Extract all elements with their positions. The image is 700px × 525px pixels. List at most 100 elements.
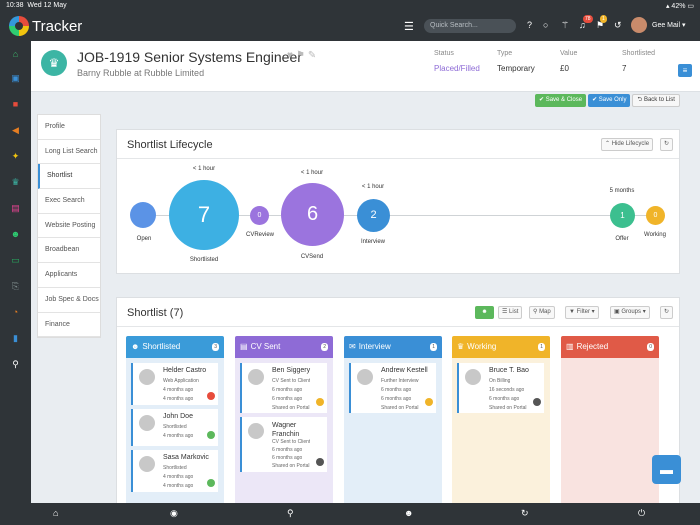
back-to-list-label: Back to List xyxy=(643,97,675,103)
save-close-button[interactable]: ✔ Save & Close xyxy=(535,94,587,107)
groups-dropdown[interactable]: ▣ Groups ▾ xyxy=(610,306,650,319)
save-only-button[interactable]: ✔ Save Only xyxy=(588,94,631,107)
candidate-name[interactable]: Sasa Markovic xyxy=(163,454,209,461)
candidate-card[interactable]: Bruce T. Bao On Billing 16 seconds ago 6… xyxy=(457,363,544,413)
history-icon[interactable]: ↺ xyxy=(614,20,622,31)
tab-exec-search[interactable]: Exec Search xyxy=(38,189,100,214)
flag-icon[interactable]: ⚑ xyxy=(296,50,308,61)
stage-working-bubble[interactable]: 0 xyxy=(646,206,665,225)
tab-broadbean[interactable]: Broadbean xyxy=(38,238,100,264)
contacts-icon[interactable]: ▣ xyxy=(10,73,21,84)
candidate-name[interactable]: Helder Castro xyxy=(163,367,206,374)
magic-wand-icon[interactable]: ⚚ xyxy=(561,20,569,31)
profile-icon[interactable]: ☻ xyxy=(404,508,413,518)
candidate-name[interactable]: John Doe xyxy=(163,413,193,420)
column-interview-body: Andrew Kestell Further Interview 6 month… xyxy=(344,358,442,503)
candidate-status: CV Sent to Client xyxy=(272,439,311,445)
tab-applicants[interactable]: Applicants xyxy=(38,263,100,288)
stage-interview-label: Interview xyxy=(360,239,386,245)
documents-icon[interactable]: ⎘ xyxy=(10,281,21,292)
stage-cvsend-time: < 1 hour xyxy=(300,170,324,176)
refresh-shortlist-button[interactable]: ↻ xyxy=(660,306,674,319)
chat-icon[interactable]: ○ xyxy=(543,20,548,30)
status-label: Status xyxy=(434,50,454,57)
refresh-lifecycle-button[interactable]: ↻ xyxy=(660,138,674,151)
action-buttons: ✔ Save & Close ✔ Save Only ⮌ Back to Lis… xyxy=(535,94,680,107)
job-title: JOB-1919 Senior Systems Engineer xyxy=(77,49,302,65)
column-interview: ✉ Interview 1 Andrew Kestell Further Inter… xyxy=(344,336,442,503)
filter-dropdown[interactable]: ▼ Filter ▾ xyxy=(565,306,599,319)
candidate-name[interactable]: Andrew Kestell xyxy=(381,367,428,374)
home-icon[interactable]: ⌂ xyxy=(10,49,21,60)
back-to-list-button[interactable]: ⮌ Back to List xyxy=(632,94,680,107)
candidate-card[interactable]: Helder Castro Web Application 4 months a… xyxy=(131,363,218,405)
stage-cvsend-bubble[interactable]: 6 xyxy=(281,183,344,246)
calendar-icon[interactable]: ◔ xyxy=(10,307,21,318)
candidate-name[interactable]: Ben Siggery xyxy=(272,367,310,374)
refresh-icon[interactable]: ↻ xyxy=(521,508,529,519)
candidate-added: 6 months ago xyxy=(272,396,303,402)
power-icon[interactable]: ⏻ xyxy=(638,508,645,519)
status-dot xyxy=(207,479,215,487)
candidate-status: On Billing xyxy=(489,378,511,384)
user-menu[interactable]: Gee Mail ▾ xyxy=(652,21,685,29)
reports-icon[interactable]: ▮ xyxy=(10,333,21,344)
candidate-card[interactable]: Wagner Franchin CV Sent to Client 6 mont… xyxy=(240,417,327,472)
tab-shortlist[interactable]: Shortlist xyxy=(38,164,100,190)
company-contact[interactable]: Barny Rubble at Rubble Limited xyxy=(77,68,204,78)
stage-shortlisted-bubble[interactable]: 7 xyxy=(169,180,239,250)
map-view-button[interactable]: ⚲ Map xyxy=(529,306,555,319)
quick-search-input[interactable]: Quick Search... xyxy=(424,19,516,33)
stage-interview-bubble[interactable]: 2 xyxy=(357,199,390,232)
tab-job-spec-docs[interactable]: Job Spec & Docs xyxy=(38,288,100,313)
chat-widget-button[interactable]: ▬ xyxy=(652,455,681,484)
candidate-card[interactable]: Andrew Kestell Further Interview 6 month… xyxy=(349,363,436,413)
dashboard-icon[interactable]: ◉ xyxy=(170,508,178,519)
timesheets-icon[interactable]: ▭ xyxy=(10,255,21,266)
stage-open-bubble[interactable] xyxy=(130,202,156,228)
user-avatar[interactable] xyxy=(631,17,647,33)
candidate-card[interactable]: John Doe Shortlisted 4 months ago xyxy=(131,409,218,446)
candidate-name[interactable]: Wagner Franchin xyxy=(272,421,312,439)
portal-share-status: Shared on Portal xyxy=(381,405,419,411)
column-cv-sent-count: 2 xyxy=(321,343,328,351)
candidate-updated: 4 months ago xyxy=(163,387,194,393)
pin-icon[interactable]: ✎ xyxy=(308,50,319,61)
search-icon[interactable]: ⚲ xyxy=(10,359,21,370)
stage-offer-bubble[interactable]: 1 xyxy=(610,203,635,228)
stage-cvreview-bubble[interactable]: 0 xyxy=(250,206,269,225)
jobs-icon[interactable]: ♛ xyxy=(10,177,21,188)
flag-icon[interactable]: ⚑ 1 xyxy=(596,15,607,31)
trash-icon: ▥ xyxy=(566,342,574,351)
column-shortlisted-header: ☻ Shortlisted 3 xyxy=(126,336,224,358)
campaigns-icon[interactable]: ◀ xyxy=(10,125,21,136)
candidates-icon[interactable]: ☻ xyxy=(10,229,21,240)
hamburger-menu-icon[interactable]: ☰ xyxy=(404,20,414,33)
shortlisted-label: Shortlisted xyxy=(622,50,656,57)
candidate-card[interactable]: Sasa Markovic Shortlisted 4 months ago 4… xyxy=(131,450,218,492)
app-logo[interactable]: Tracker xyxy=(0,16,110,36)
header-menu-button[interactable]: ≡ xyxy=(678,64,692,77)
companies-icon[interactable]: ■ xyxy=(10,99,21,110)
status-value[interactable]: Placed/Filled xyxy=(434,64,480,73)
tab-long-list-search[interactable]: Long List Search xyxy=(38,140,100,165)
home-icon[interactable]: ⌂ xyxy=(53,508,58,518)
tab-website-posting[interactable]: Website Posting xyxy=(38,214,100,239)
list-view-button[interactable]: ☰ List xyxy=(498,306,523,319)
kanban-view-button[interactable]: ☻ xyxy=(475,306,494,319)
column-interview-title: Interview xyxy=(358,342,391,351)
value-value: £0 xyxy=(560,64,569,73)
help-icon[interactable]: ? xyxy=(527,20,532,30)
candidate-name[interactable]: Bruce T. Bao xyxy=(489,367,529,374)
top-navbar: Tracker ☰ Quick Search... ? ○ ⚚ ♫ 78 ⚑ 1 ↺… xyxy=(0,11,700,41)
search-icon[interactable]: ⚲ xyxy=(287,508,294,519)
candidate-card[interactable]: Ben Siggery CV Sent to Client 6 months a… xyxy=(240,363,327,413)
heart-icon[interactable]: ♥ xyxy=(287,50,296,61)
tasks-icon[interactable]: ✦ xyxy=(10,151,21,162)
map-view-label: Map xyxy=(539,309,551,315)
hide-lifecycle-button[interactable]: ⌃ Hide Lifecycle xyxy=(601,138,654,151)
tab-profile[interactable]: Profile xyxy=(38,115,100,140)
notifications-bell-icon[interactable]: ♫ 78 xyxy=(579,15,593,30)
placements-icon[interactable]: ▤ xyxy=(10,203,21,214)
tab-finance[interactable]: Finance xyxy=(38,313,100,338)
